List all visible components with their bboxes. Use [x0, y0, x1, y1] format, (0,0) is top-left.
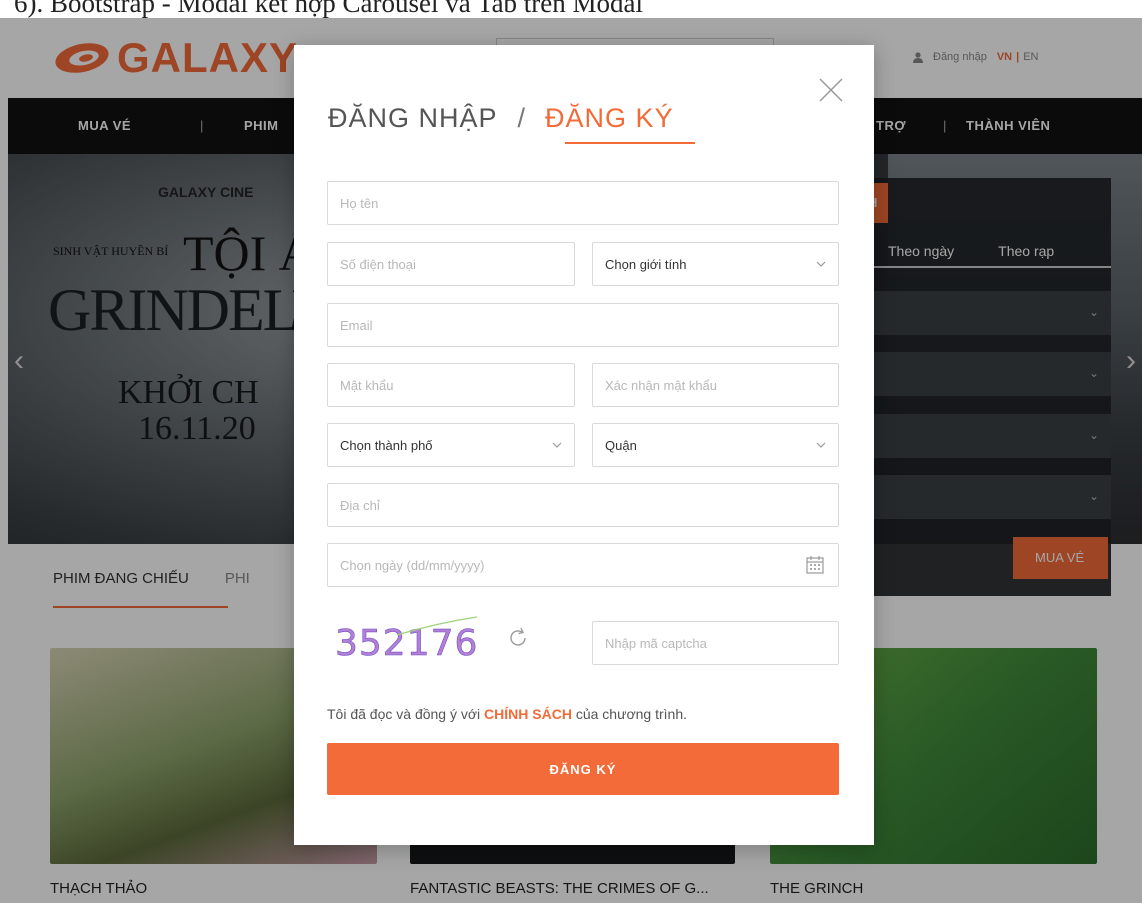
confirm-password-input[interactable]	[592, 363, 839, 407]
gender-select-value: Chọn giới tính	[605, 256, 687, 272]
fullname-input[interactable]	[327, 181, 839, 225]
policy-suffix: của chương trình.	[575, 706, 687, 722]
address-input[interactable]	[327, 483, 839, 527]
birthdate-placeholder: Chọn ngày (dd/mm/yyyy)	[340, 557, 485, 573]
chevron-down-icon	[816, 442, 826, 448]
modal-tabs: ĐĂNG NHẬP / ĐĂNG KÝ	[328, 103, 674, 134]
captcha-image: 352176	[335, 616, 477, 664]
document-caption: 6). Bootstrap - Modal kết hợp Carousel v…	[14, 0, 644, 18]
tab-register[interactable]: ĐĂNG KÝ	[545, 103, 674, 134]
gender-select[interactable]: Chọn giới tính	[592, 242, 839, 286]
chevron-down-icon	[816, 261, 826, 267]
district-select[interactable]: Quận	[592, 423, 839, 467]
tab-login[interactable]: ĐĂNG NHẬP	[328, 103, 498, 134]
city-select[interactable]: Chọn thành phố	[327, 423, 575, 467]
tab-active-underline	[565, 142, 695, 144]
close-icon[interactable]	[818, 77, 844, 103]
password-input[interactable]	[327, 363, 575, 407]
tab-separator: /	[517, 103, 526, 133]
refresh-icon[interactable]	[506, 626, 530, 650]
policy-text: Tôi đã đọc và đồng ý với CHÍNH SÁCH của …	[327, 706, 687, 722]
register-modal: ĐĂNG NHẬP / ĐĂNG KÝ Chọn giới tính Chọn …	[294, 45, 874, 845]
register-submit-button[interactable]: ĐĂNG KÝ	[327, 743, 839, 795]
birthdate-input[interactable]: Chọn ngày (dd/mm/yyyy)	[327, 543, 839, 587]
captcha-input[interactable]	[592, 621, 839, 665]
chevron-down-icon	[552, 442, 562, 448]
city-select-value: Chọn thành phố	[340, 437, 433, 453]
policy-prefix: Tôi đã đọc và đồng ý với	[327, 706, 481, 722]
phone-input[interactable]	[327, 242, 575, 286]
calendar-icon[interactable]	[804, 554, 826, 576]
email-input[interactable]	[327, 303, 839, 347]
policy-link[interactable]: CHÍNH SÁCH	[484, 706, 572, 722]
district-select-value: Quận	[605, 437, 637, 453]
captcha-code: 352176	[335, 623, 477, 664]
